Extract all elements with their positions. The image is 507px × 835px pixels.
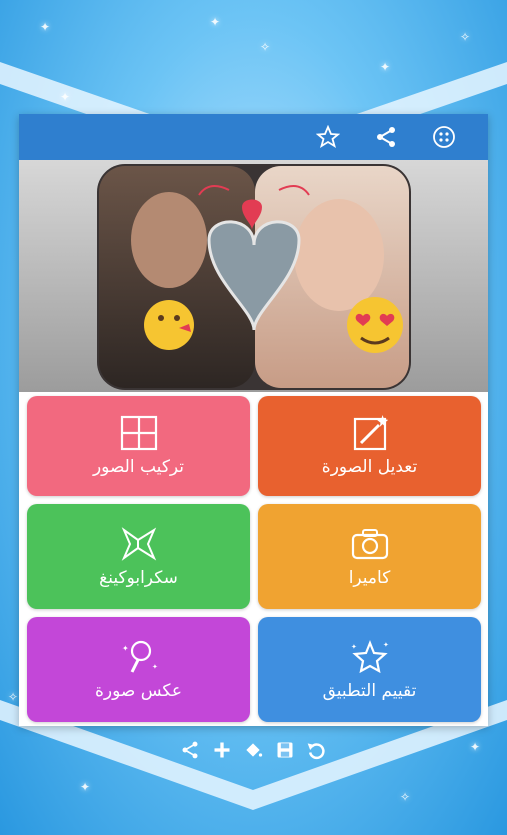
- bottom-toolbar: [178, 736, 328, 764]
- camera-label: كاميرا: [348, 567, 391, 588]
- mirror-photo-tile[interactable]: ✦ ✦ عكس صورة: [27, 617, 250, 722]
- app-window: تركيب الصور تعديل الصورة سكرابوكينغ كامي…: [19, 114, 488, 726]
- promo-banner: [19, 160, 488, 392]
- sparkle-decoration: ✦: [380, 60, 391, 74]
- banner-artwork: [97, 164, 411, 390]
- menu-dots-icon[interactable]: [430, 123, 458, 151]
- scrapbook-label: سكرابوكينغ: [99, 567, 178, 588]
- edit-photo-tile[interactable]: تعديل الصورة: [258, 396, 481, 496]
- svg-text:✦: ✦: [351, 643, 357, 651]
- sparkle-decoration: ✧: [400, 790, 411, 804]
- star-rate-icon: ✦ ✦: [351, 639, 389, 673]
- svg-text:✦: ✦: [383, 641, 389, 649]
- scrapbook-icon: [121, 526, 156, 561]
- plus-icon[interactable]: [210, 738, 234, 762]
- sparkle-decoration: ✦: [40, 20, 51, 34]
- collage-label: تركيب الصور: [92, 457, 185, 477]
- photo-edit-icon: [353, 415, 388, 451]
- top-toolbar: [19, 114, 488, 160]
- star-icon[interactable]: [314, 123, 342, 151]
- undo-icon[interactable]: [304, 738, 328, 762]
- edit-photo-label: تعديل الصورة: [321, 457, 418, 477]
- collage-tile[interactable]: تركيب الصور: [27, 396, 250, 496]
- sparkle-decoration: ✦: [80, 780, 91, 794]
- sparkle-decoration: ✧: [8, 690, 19, 704]
- mirror-photo-label: عكس صورة: [95, 680, 182, 701]
- sparkle-decoration: ✦: [210, 15, 221, 29]
- sparkle-decoration: ✦: [470, 740, 481, 754]
- share-icon[interactable]: [372, 123, 400, 151]
- magic-mirror-icon: ✦ ✦: [122, 640, 158, 673]
- paint-bucket-icon[interactable]: [241, 738, 265, 762]
- rate-app-label: تقييم التطبيق: [322, 680, 417, 701]
- collage-grid-icon: [120, 415, 157, 451]
- sparkle-decoration: ✧: [260, 40, 271, 54]
- rate-app-tile[interactable]: ✦ ✦ تقييم التطبيق: [258, 617, 481, 722]
- feature-grid: تركيب الصور تعديل الصورة سكرابوكينغ كامي…: [19, 392, 488, 726]
- svg-text:✦: ✦: [152, 663, 158, 671]
- sparkle-decoration: ✦: [60, 90, 71, 104]
- sparkle-decoration: ✧: [460, 30, 471, 44]
- svg-text:✦: ✦: [122, 644, 129, 653]
- camera-tile[interactable]: كاميرا: [258, 504, 481, 609]
- camera-icon: [351, 528, 388, 559]
- save-icon[interactable]: [273, 738, 297, 762]
- scrapbook-tile[interactable]: سكرابوكينغ: [27, 504, 250, 609]
- share-icon[interactable]: [178, 738, 202, 762]
